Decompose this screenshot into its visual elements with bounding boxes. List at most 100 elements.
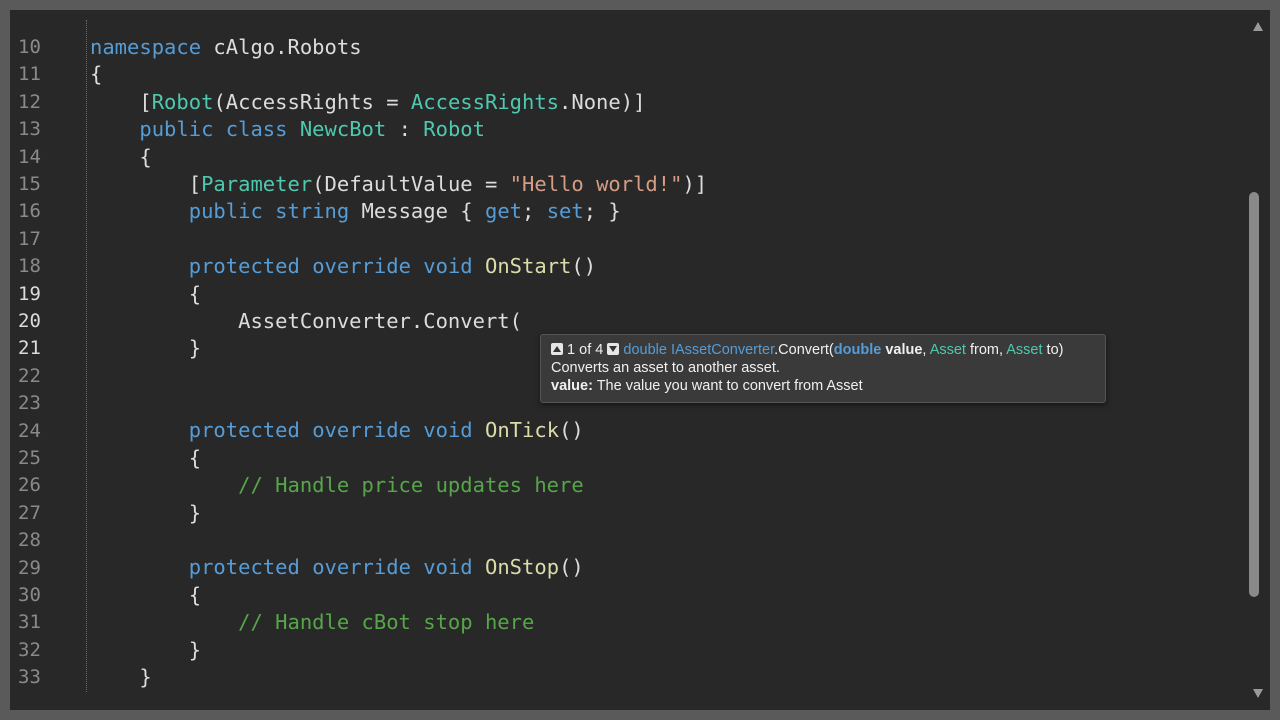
code-editor[interactable]: 10 11 12 13 14 15 16 17 18 19 20 21 22 23 24 25 26 27 28 29…: [10, 10, 1270, 710]
code-line-17[interactable]: [90, 226, 1240, 253]
code-line-20[interactable]: AssetConverter.Convert(: [90, 308, 1240, 335]
code-line-16[interactable]: public string Message { get; set; }: [90, 198, 1240, 225]
interface-name: IAssetConverter: [670, 342, 775, 358]
code-line-19[interactable]: {: [90, 281, 1240, 308]
line-number: 18: [18, 255, 41, 278]
line-number: 33: [18, 666, 41, 689]
comment: // Handle cBot stop here: [238, 610, 535, 635]
code-line-15[interactable]: [Parameter(DefaultValue = "Hello world!"…: [90, 171, 1240, 198]
keyword: override: [312, 254, 411, 279]
code-line-11[interactable]: {: [90, 61, 1240, 88]
method-name: OnTick: [485, 418, 560, 443]
line-number: 15: [18, 173, 41, 195]
code-line-29[interactable]: protected override void OnStop(): [90, 554, 1240, 581]
keyword: void: [423, 254, 473, 279]
statement: AssetConverter.Convert(: [90, 308, 522, 333]
line-number: 29: [18, 556, 41, 579]
line-number: 11: [18, 63, 41, 86]
code-line-12[interactable]: [Robot(AccessRights = AccessRights.None)…: [90, 89, 1240, 116]
line-number: 16: [18, 200, 41, 223]
code-line-10[interactable]: namespace cAlgo.Robots: [90, 34, 1240, 61]
code-line-27[interactable]: }: [90, 500, 1240, 527]
attribute-end: )]: [682, 171, 708, 196]
arrow-down-icon[interactable]: [607, 343, 620, 355]
keyword: set: [546, 199, 584, 224]
keyword: public: [139, 117, 214, 142]
keyword: protected: [188, 254, 300, 279]
keyword: override: [312, 555, 411, 580]
scroll-thumb[interactable]: [1249, 192, 1259, 597]
indent-guide: [86, 20, 87, 692]
bracket: [: [139, 89, 152, 114]
class-name: NewcBot: [299, 117, 387, 142]
brace: {: [90, 582, 202, 607]
keyword: public: [188, 199, 263, 224]
keyword: protected: [188, 555, 300, 580]
brace: {: [90, 281, 202, 306]
line-number: 24: [18, 419, 41, 442]
line-number: 19: [18, 282, 41, 305]
code-line-33[interactable]: }: [90, 664, 1240, 691]
overload-counter: 1 of 4: [567, 342, 604, 358]
signature-line: 1 of 4 double IAssetConverter.Convert(do…: [551, 341, 1095, 359]
line-number: 28: [18, 529, 41, 552]
param-type: Asset: [1006, 342, 1043, 358]
param-description: value: The value you want to convert fro…: [551, 377, 1095, 395]
attribute-args: (AccessRights =: [213, 89, 411, 114]
code-line-26[interactable]: // Handle price updates here: [90, 472, 1240, 499]
line-number: 10: [18, 36, 41, 58]
param-name: from,: [965, 342, 1007, 358]
code-line-13[interactable]: public class NewcBot : Robot: [90, 116, 1240, 143]
namespace-name: cAlgo.Robots: [201, 35, 362, 59]
vertical-scrollbar[interactable]: [1246, 10, 1270, 710]
bracket: [: [188, 171, 202, 196]
arrow-up-icon[interactable]: [551, 343, 563, 355]
line-number: 14: [18, 145, 41, 168]
param-type: Asset: [929, 342, 966, 358]
param-label: value:: [551, 378, 593, 394]
scroll-down-icon[interactable]: [1253, 689, 1263, 698]
scroll-up-icon[interactable]: [1253, 22, 1263, 31]
code-line-31[interactable]: // Handle cBot stop here: [90, 609, 1240, 636]
line-number: 13: [18, 118, 41, 141]
line-number: 31: [18, 611, 41, 634]
base-class: Robot: [423, 117, 485, 142]
method-name: OnStart: [485, 254, 572, 279]
semicolon: ;: [522, 199, 547, 224]
code-line-30[interactable]: {: [90, 582, 1240, 609]
param-name: to): [1042, 342, 1064, 358]
line-number: 27: [18, 501, 41, 524]
attribute-end: .None)]: [559, 89, 646, 114]
code-line-24[interactable]: protected override void OnTick(): [90, 417, 1240, 444]
line-number: 25: [18, 447, 41, 469]
line-number: 20: [18, 310, 41, 332]
brace: }: [90, 637, 202, 662]
method-name: .Convert(: [774, 342, 834, 358]
code-line-32[interactable]: }: [90, 637, 1240, 664]
brace: {: [90, 62, 103, 87]
keyword: override: [312, 418, 411, 443]
param-name-current: value: [885, 342, 923, 358]
code-line-28[interactable]: [90, 527, 1240, 554]
colon: :: [386, 117, 424, 142]
line-number: 26: [18, 474, 41, 497]
code-line-14[interactable]: {: [90, 144, 1240, 171]
brace: }: [90, 500, 202, 525]
param-type: double: [833, 342, 882, 358]
code-line-25[interactable]: {: [90, 445, 1240, 472]
property-end: ; }: [583, 199, 621, 224]
line-number: 17: [18, 227, 41, 250]
parens: (): [559, 555, 584, 580]
code-line-18[interactable]: protected override void OnStart(): [90, 253, 1240, 280]
keyword: void: [423, 555, 473, 580]
keyword: namespace: [90, 35, 202, 59]
keyword: class: [225, 117, 288, 142]
line-number: 21: [18, 337, 41, 360]
